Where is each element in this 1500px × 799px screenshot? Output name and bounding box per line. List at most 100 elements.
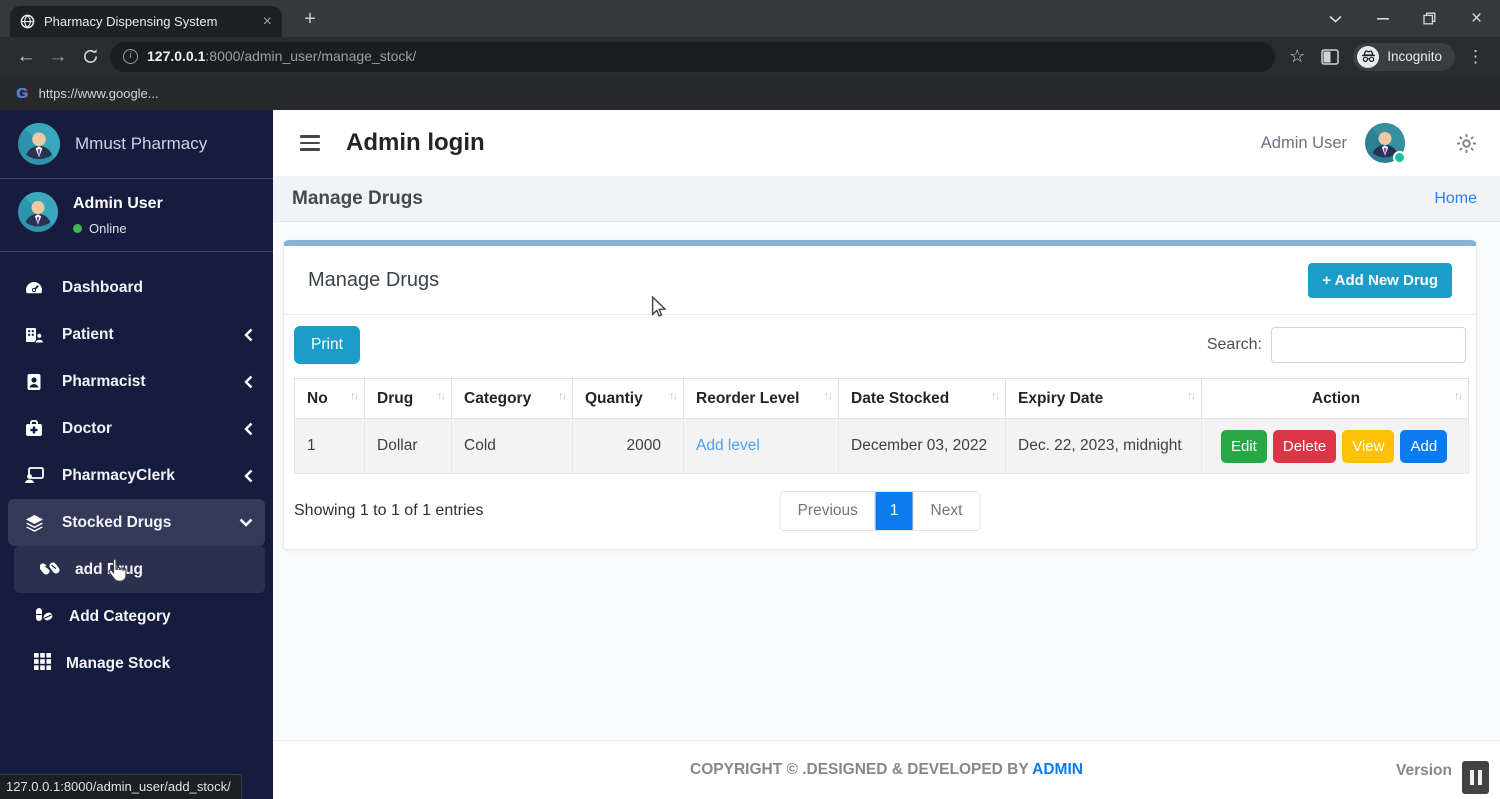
sidebar-subitem-label: add Drug xyxy=(75,561,143,579)
manage-drugs-card: Manage Drugs + Add New Drug Print Search… xyxy=(283,240,1477,550)
sort-icon: ↑↓ xyxy=(991,390,998,402)
back-icon[interactable]: ← xyxy=(10,41,42,73)
view-button[interactable]: View xyxy=(1342,430,1394,463)
col-reorder-level[interactable]: Reorder Level↑↓ xyxy=(684,379,839,419)
col-drug[interactable]: Drug↑↓ xyxy=(365,379,452,419)
col-category[interactable]: Category↑↓ xyxy=(452,379,573,419)
hospital-user-icon xyxy=(22,326,46,344)
edit-button[interactable]: Edit xyxy=(1221,430,1267,463)
delete-button[interactable]: Delete xyxy=(1273,430,1336,463)
sidebar: Mmust Pharmacy Admin User Online Dashboa… xyxy=(0,110,273,799)
sidebar-item-stocked-drugs[interactable]: Stocked Drugs xyxy=(8,499,265,546)
grid-icon xyxy=(34,653,51,675)
forward-icon[interactable]: → xyxy=(42,41,74,73)
sidebar-item-label: Patient xyxy=(62,326,114,344)
col-date-stocked[interactable]: Date Stocked↑↓ xyxy=(839,379,1006,419)
sort-icon: ↑↓ xyxy=(350,390,357,402)
sidebar-item-doctor[interactable]: Doctor xyxy=(8,405,265,452)
chevron-left-icon xyxy=(244,469,253,483)
add-button[interactable]: Add xyxy=(1400,430,1447,463)
sidebar-item-patient[interactable]: Patient xyxy=(8,311,265,358)
next-page-button[interactable]: Next xyxy=(913,492,980,530)
col-action[interactable]: Action↑↓ xyxy=(1202,379,1469,419)
col-expiry-date[interactable]: Expiry Date↑↓ xyxy=(1006,379,1202,419)
sort-icon: ↑↓ xyxy=(437,390,444,402)
pills-icon xyxy=(40,559,60,580)
sidebar-item-label: PharmacyClerk xyxy=(62,467,175,485)
sidebar-item-pharmacyclerk[interactable]: PharmacyClerk xyxy=(8,452,265,499)
col-quantity[interactable]: Quantiy↑↓ xyxy=(573,379,684,419)
sidebar-item-label: Dashboard xyxy=(62,279,143,297)
search-input[interactable] xyxy=(1271,327,1466,363)
sidebar-item-pharmacist[interactable]: Pharmacist xyxy=(8,358,265,405)
brand[interactable]: Mmust Pharmacy xyxy=(0,110,273,179)
tab-title: Pharmacy Dispensing System xyxy=(44,14,254,29)
restore-icon[interactable] xyxy=(1406,0,1453,37)
chevron-left-icon xyxy=(244,375,253,389)
sidebar-subitem-label: Manage Stock xyxy=(66,655,170,673)
hamburger-menu-icon[interactable] xyxy=(300,135,320,150)
page-1-button[interactable]: 1 xyxy=(875,492,913,530)
print-button[interactable]: Print xyxy=(294,326,360,364)
footer: COPYRIGHT © .DESIGNED & DEVELOPED BY ADM… xyxy=(273,740,1500,799)
search-label: Search: xyxy=(1207,336,1262,354)
add-new-drug-button[interactable]: + Add New Drug xyxy=(1308,263,1452,298)
tab-close-icon[interactable]: × xyxy=(263,14,272,30)
chevron-down-icon xyxy=(239,518,253,527)
side-panel-icon[interactable] xyxy=(1321,49,1339,65)
bookmark-item[interactable]: https://www.google... xyxy=(39,86,159,101)
sidebar-item-label: Stocked Drugs xyxy=(62,514,171,532)
app-shell: Mmust Pharmacy Admin User Online Dashboa… xyxy=(0,110,1500,799)
cell-quantity: 2000 xyxy=(573,419,684,474)
chevron-left-icon xyxy=(244,422,253,436)
entries-summary: Showing 1 to 1 of 1 entries xyxy=(294,502,483,520)
minimize-icon[interactable] xyxy=(1359,0,1406,37)
add-level-link[interactable]: Add level xyxy=(696,437,760,454)
top-navbar: Admin login Admin User xyxy=(273,110,1500,176)
gear-icon[interactable] xyxy=(1455,132,1478,155)
browser-tab[interactable]: Pharmacy Dispensing System × xyxy=(10,6,282,37)
sort-icon: ↑↓ xyxy=(824,390,831,402)
col-no[interactable]: No↑↓ xyxy=(295,379,365,419)
online-dot xyxy=(73,224,82,233)
cell-expiry: Dec. 22, 2023, midnight xyxy=(1006,419,1202,474)
stocked-drugs-submenu: add Drug Add Category Manage Stock xyxy=(8,546,265,687)
new-tab-button[interactable]: + xyxy=(296,5,324,33)
pagination: Previous 1 Next xyxy=(780,491,981,531)
sort-icon: ↑↓ xyxy=(669,390,676,402)
sidebar-item-label: Doctor xyxy=(62,420,112,438)
sort-icon: ↑↓ xyxy=(1187,390,1194,402)
sidebar-nav: Dashboard Patient Pharmacist xyxy=(0,252,273,687)
pause-icon[interactable] xyxy=(1462,761,1489,794)
incognito-label: Incognito xyxy=(1387,49,1442,64)
page-info-icon[interactable]: i xyxy=(123,49,138,64)
sidebar-subitem-label: Add Category xyxy=(69,608,171,626)
sidebar-item-dashboard[interactable]: Dashboard xyxy=(8,264,265,311)
header-status-dot xyxy=(1393,151,1406,164)
close-window-icon[interactable]: × xyxy=(1453,0,1500,37)
sidebar-subitem-add-category[interactable]: Add Category xyxy=(8,593,265,640)
window-chevron-icon[interactable] xyxy=(1312,0,1359,37)
header-avatar[interactable] xyxy=(1365,123,1405,163)
home-link[interactable]: Home xyxy=(1434,190,1477,208)
main-area: Admin login Admin User Manage Drugs Home… xyxy=(273,110,1500,799)
sort-icon: ↑↓ xyxy=(558,390,565,402)
status-bar-url: 127.0.0.1:8000/admin_user/add_stock/ xyxy=(0,774,242,799)
cell-category: Cold xyxy=(452,419,573,474)
tachometer-icon xyxy=(22,279,46,297)
drugs-table: No↑↓ Drug↑↓ Category↑↓ Quantiy↑↓ Reorder… xyxy=(294,378,1469,474)
address-bar[interactable]: i 127.0.0.1:8000/admin_user/manage_stock… xyxy=(110,42,1275,72)
reload-icon[interactable] xyxy=(74,41,106,73)
header-user-label: Admin User xyxy=(1261,134,1347,153)
admin-link[interactable]: ADMIN xyxy=(1032,761,1083,778)
sidebar-subitem-add-drug[interactable]: add Drug xyxy=(14,546,265,593)
brand-avatar xyxy=(18,123,60,165)
tab-strip: Pharmacy Dispensing System × + × xyxy=(0,0,1500,37)
browser-menu-icon[interactable]: ⋮ xyxy=(1467,47,1484,67)
content-area: Manage Drugs + Add New Drug Print Search… xyxy=(273,222,1500,740)
url-host: 127.0.0.1 xyxy=(147,48,205,64)
sidebar-subitem-manage-stock[interactable]: Manage Stock xyxy=(8,640,265,687)
previous-page-button[interactable]: Previous xyxy=(781,492,875,530)
bookmark-star-icon[interactable]: ☆ xyxy=(1289,46,1305,67)
copyright-text: COPYRIGHT © .DESIGNED & DEVELOPED BY ADM… xyxy=(273,761,1500,779)
